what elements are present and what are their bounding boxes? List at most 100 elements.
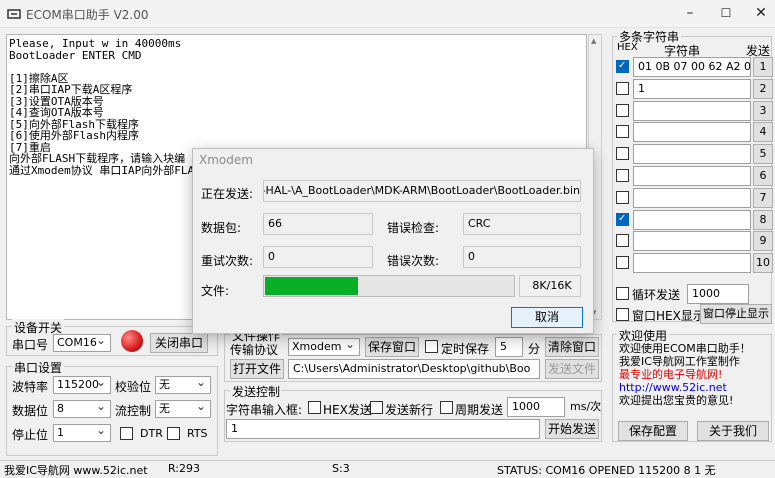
multi-hex-checkbox[interactable] [616, 81, 629, 95]
window-hex-checkbox[interactable] [616, 308, 629, 321]
website-link[interactable]: http://www.52ic.net [619, 381, 751, 394]
periodic-send-checkbox[interactable] [440, 401, 453, 414]
receive-line: [4]查询OTA版本号 [9, 106, 104, 119]
cancel-button[interactable]: 取消 [511, 307, 583, 328]
hex-send-checkbox[interactable] [308, 401, 321, 414]
close-window-button[interactable]: ✕ [752, 4, 770, 22]
rts-checkbox[interactable] [167, 427, 180, 440]
window-stop-button[interactable]: 窗口停止显示 [700, 304, 772, 324]
welcome-line: 欢迎使用ECOM串口助手！ [619, 342, 751, 355]
multi-send-button[interactable]: 5 [753, 144, 773, 165]
welcome-text: 欢迎使用ECOM串口助手！ 我爱IC导航网工作室制作 最专业的电子导航网! ht… [619, 342, 751, 407]
multi-string-input[interactable] [633, 231, 751, 252]
multi-send-button[interactable]: 2 [753, 78, 773, 99]
error-check-value: CRC [463, 213, 581, 235]
period-unit: ms/次 [570, 400, 602, 413]
multi-string-input[interactable] [633, 187, 751, 208]
multi-hex-checkbox[interactable] [616, 125, 629, 139]
errors-label: 错误次数: [387, 254, 440, 268]
baud-select[interactable]: 115200 [53, 374, 111, 394]
stopbits-select[interactable]: 1 [53, 422, 111, 442]
multi-hex-checkbox[interactable] [616, 190, 629, 204]
receive-line: [6]使用外部Flash内程序 [9, 129, 139, 142]
multi-send-button[interactable]: 6 [753, 166, 773, 186]
rts-label: RTS [187, 427, 208, 440]
multi-send-button[interactable]: 3 [753, 100, 773, 121]
status-text: STATUS: COM16 OPENED 115200 8 1 无 [497, 464, 716, 477]
databits-select[interactable]: 8 [53, 398, 111, 418]
send-string-input[interactable]: 1 [226, 419, 540, 439]
multi-hex-checkbox[interactable] [616, 256, 629, 270]
timed-save-input[interactable]: 5 [495, 337, 523, 357]
send-newline-checkbox[interactable] [370, 401, 383, 414]
hex-send-label: HEX发送 [323, 403, 372, 417]
multi-string-input[interactable] [633, 209, 751, 230]
save-config-button[interactable]: 保存配置 [618, 421, 688, 441]
retries-label: 重试次数: [201, 254, 254, 268]
multi-hex-checkbox[interactable] [616, 147, 629, 161]
multi-send-button[interactable]: 9 [753, 231, 773, 252]
receive-line: Please, Input w in 40000ms [9, 37, 182, 50]
save-window-button[interactable]: 保存窗口 [365, 337, 419, 357]
receive-line [9, 61, 584, 73]
transfer-progress-bar [263, 275, 515, 297]
multi-send-button[interactable]: 8 [753, 209, 773, 230]
period-input[interactable]: 1000 [507, 397, 565, 417]
welcome-line: 我爱IC导航网工作室制作 [619, 355, 740, 368]
multi-string-input[interactable]: 1 [633, 78, 751, 99]
dialog-title: Xmodem [199, 153, 253, 167]
multi-hex-checkbox[interactable] [616, 212, 629, 226]
loop-send-checkbox[interactable] [616, 287, 629, 300]
multi-hex-checkbox[interactable] [616, 169, 629, 182]
periodic-send-label: 周期发送 [455, 403, 504, 417]
multi-string-input[interactable] [633, 122, 751, 143]
multi-string-input[interactable] [633, 166, 751, 186]
sending-label: 正在发送: [201, 187, 254, 201]
multi-send-button[interactable]: 4 [753, 122, 773, 143]
multi-send-button[interactable]: 1 [753, 57, 773, 77]
scroll-up-icon[interactable]: ▲ [591, 37, 596, 45]
timed-save-unit: 分 [528, 342, 541, 356]
parity-label: 校验位 [115, 380, 152, 394]
multi-send-button[interactable]: 10 [753, 253, 773, 274]
error-check-label: 错误检查: [387, 221, 440, 235]
welcome-line: 欢迎提出您宝贵的意见! [619, 394, 734, 407]
packets-value: 66 [263, 213, 373, 235]
window-hex-label: 窗口HEX显示 [632, 309, 705, 323]
about-button[interactable]: 关于我们 [697, 421, 769, 441]
xmodem-dialog: Xmodem 正在发送: F407-HAL-\A_BootLoader\MDK-… [192, 148, 594, 334]
multi-string-input[interactable] [633, 144, 751, 165]
loop-interval-input[interactable]: 1000 [687, 284, 749, 304]
close-port-button[interactable]: 关闭串口 [150, 333, 208, 353]
maximize-button[interactable]: ☐ [717, 4, 735, 22]
multi-hex-checkbox[interactable] [616, 103, 629, 117]
multi-hex-checkbox[interactable] [616, 60, 629, 73]
start-send-button[interactable]: 开始发送 [545, 419, 599, 439]
dtr-checkbox[interactable] [120, 427, 133, 440]
receive-line: BootLoader ENTER CMD [9, 48, 142, 62]
send-file-button[interactable]: 发送文件 [545, 359, 599, 379]
multi-string-input[interactable] [633, 253, 751, 274]
progress-text: 8K/16K [519, 275, 581, 297]
multi-string-input[interactable]: 01 0B 07 00 62 A2 0 [633, 57, 751, 77]
col-hex-header: HEX [617, 42, 638, 53]
packets-label: 数据包: [201, 221, 242, 235]
file-path-input[interactable]: C:\Users\Administrator\Desktop\github\Bo… [288, 359, 540, 379]
sending-file-value: F407-HAL-\A_BootLoader\MDK-ARM\BootLoade… [263, 180, 581, 202]
multi-hex-checkbox[interactable] [616, 234, 629, 248]
clear-window-button[interactable]: 清除窗口 [545, 337, 599, 357]
protocol-label: 传输协议 [230, 343, 279, 357]
parity-select[interactable]: 无 [155, 374, 211, 394]
protocol-select[interactable]: Xmodem [288, 336, 360, 356]
send-newline-label: 发送新行 [385, 403, 434, 417]
timed-save-checkbox[interactable] [425, 340, 438, 353]
multi-string-input[interactable] [633, 100, 751, 121]
flow-select[interactable]: 无 [155, 398, 211, 418]
serial-settings-label: 串口设置 [12, 359, 65, 376]
multi-send-button[interactable]: 7 [753, 187, 773, 208]
databits-label: 数据位 [12, 404, 49, 418]
port-select[interactable]: COM16 [53, 332, 111, 352]
open-file-button[interactable]: 打开文件 [230, 359, 284, 379]
minimize-button[interactable]: – [681, 4, 699, 22]
welcome-line: 最专业的电子导航网! [619, 368, 723, 381]
